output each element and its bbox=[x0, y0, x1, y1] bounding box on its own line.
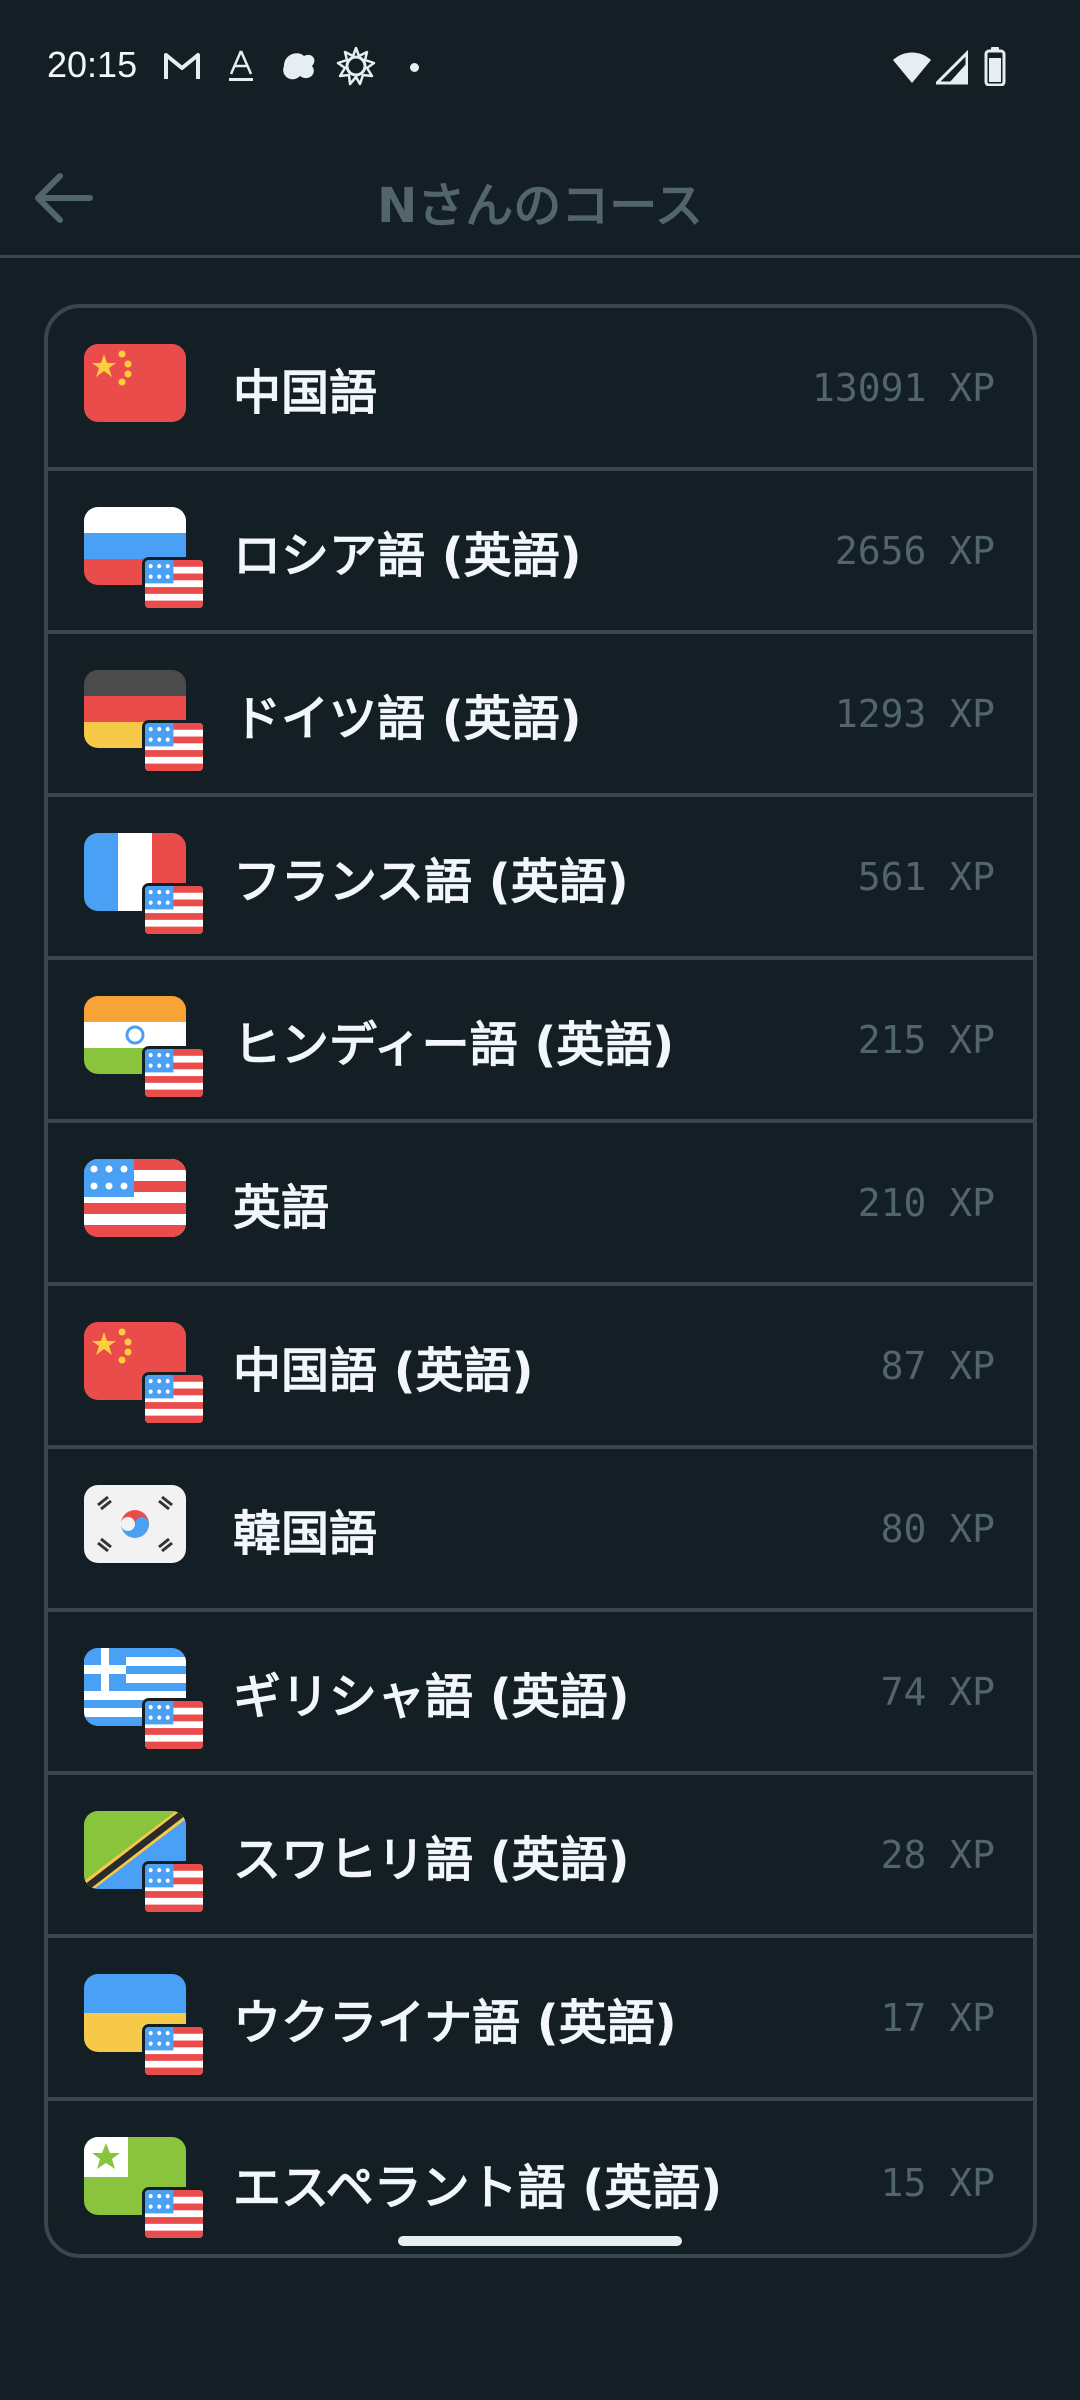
wifi-icon bbox=[893, 52, 931, 83]
course-xp: 2656 XP bbox=[834, 528, 995, 573]
course-xp: 80 XP bbox=[880, 1506, 995, 1551]
course-xp: 74 XP bbox=[880, 1669, 995, 1714]
course-row[interactable]: フランス語 (英語) 561 XP bbox=[48, 797, 1033, 960]
course-flag bbox=[84, 1485, 204, 1583]
atom-app-icon bbox=[229, 50, 253, 81]
course-name: 中国語 bbox=[233, 364, 378, 421]
course-flag bbox=[84, 1159, 204, 1257]
course-flag bbox=[84, 670, 206, 774]
course-name: スワヒリ語 (英語) bbox=[233, 1831, 630, 1888]
course-name: ギリシャ語 (英語) bbox=[233, 1668, 630, 1725]
course-name: ドイツ語 (英語) bbox=[233, 690, 582, 747]
home-indicator[interactable] bbox=[398, 2236, 682, 2246]
notification-dot bbox=[410, 63, 419, 72]
usa-flag-icon bbox=[142, 2187, 206, 2241]
course-flag bbox=[84, 1974, 206, 2078]
course-name: 韓国語 bbox=[233, 1505, 378, 1562]
course-row[interactable]: ギリシャ語 (英語) 74 XP bbox=[48, 1612, 1033, 1775]
course-name: ロシア語 (英語) bbox=[233, 527, 582, 584]
course-xp: 1293 XP bbox=[834, 691, 995, 736]
korea-flag-icon bbox=[84, 1485, 186, 1563]
course-xp: 87 XP bbox=[880, 1343, 995, 1388]
course-row[interactable]: ヒンディー語 (英語) 215 XP bbox=[48, 960, 1033, 1123]
usa-flag-icon bbox=[84, 1159, 186, 1237]
course-name: ヒンディー語 (英語) bbox=[233, 1016, 675, 1073]
course-xp: 28 XP bbox=[880, 1832, 995, 1877]
usa-flag-icon bbox=[142, 1861, 206, 1915]
course-row[interactable]: ウクライナ語 (英語) 17 XP bbox=[48, 1938, 1033, 2101]
course-flag bbox=[84, 1322, 206, 1426]
usa-flag-icon bbox=[142, 557, 206, 611]
course-list: 中国語 13091 XP ロシア語 (英語) 2656 XP ドイツ語 (英語) 1293… bbox=[44, 304, 1037, 2258]
course-row[interactable]: エスペラント語 (英語) 15 XP bbox=[48, 2101, 1033, 2254]
course-row[interactable]: 韓国語 80 XP bbox=[48, 1449, 1033, 1612]
course-row[interactable]: 中国語 (英語) 87 XP bbox=[48, 1286, 1033, 1449]
gmail-icon bbox=[164, 53, 200, 79]
usa-flag-icon bbox=[142, 1372, 206, 1426]
cell-signal-icon bbox=[936, 49, 968, 85]
course-name: 英語 bbox=[233, 1179, 330, 1236]
course-name: ウクライナ語 (英語) bbox=[233, 1994, 677, 2051]
course-flag bbox=[84, 2137, 206, 2241]
settings-badge-icon bbox=[336, 46, 376, 86]
course-flag bbox=[84, 1648, 206, 1752]
course-xp: 561 XP bbox=[857, 854, 995, 899]
course-row[interactable]: 中国語 13091 XP bbox=[48, 308, 1033, 471]
course-row[interactable]: ドイツ語 (英語) 1293 XP bbox=[48, 634, 1033, 797]
course-name: エスペラント語 (英語) bbox=[233, 2159, 723, 2216]
course-flag bbox=[84, 344, 204, 442]
course-flag bbox=[84, 833, 206, 937]
china-flag-icon bbox=[84, 344, 186, 422]
usa-flag-icon bbox=[142, 720, 206, 774]
course-xp: 210 XP bbox=[857, 1180, 995, 1225]
course-name: 中国語 (英語) bbox=[233, 1342, 534, 1399]
usa-flag-icon bbox=[142, 1046, 206, 1100]
course-xp: 15 XP bbox=[880, 2160, 995, 2205]
usa-flag-icon bbox=[142, 1698, 206, 1752]
course-flag bbox=[84, 996, 206, 1100]
course-row[interactable]: ロシア語 (英語) 2656 XP bbox=[48, 471, 1033, 634]
course-name: フランス語 (英語) bbox=[233, 853, 629, 910]
usa-flag-icon bbox=[142, 2024, 206, 2078]
app-notification-icon bbox=[283, 53, 315, 80]
battery-icon bbox=[984, 47, 1006, 86]
app-header: Nさんのコース bbox=[0, 130, 1080, 258]
status-bar: 20:15 bbox=[0, 0, 1080, 130]
course-xp: 17 XP bbox=[880, 1995, 995, 2040]
usa-flag-icon bbox=[142, 883, 206, 937]
page-title: Nさんのコース bbox=[377, 178, 703, 234]
course-xp: 215 XP bbox=[857, 1017, 995, 1062]
status-time: 20:15 bbox=[47, 44, 138, 85]
course-xp: 13091 XP bbox=[811, 365, 995, 410]
course-flag bbox=[84, 1811, 206, 1915]
course-row[interactable]: 英語 210 XP bbox=[48, 1123, 1033, 1286]
course-flag bbox=[84, 507, 206, 611]
course-row[interactable]: スワヒリ語 (英語) 28 XP bbox=[48, 1775, 1033, 1938]
